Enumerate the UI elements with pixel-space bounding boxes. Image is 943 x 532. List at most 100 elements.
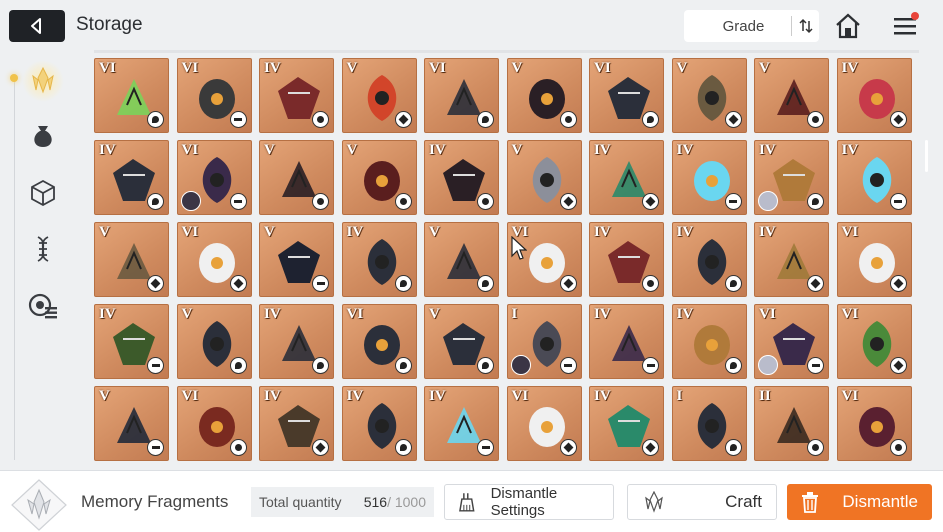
item-card[interactable]: IV bbox=[754, 140, 829, 215]
sidebar-divider bbox=[14, 80, 15, 460]
item-card[interactable]: IV bbox=[754, 222, 829, 297]
item-card[interactable]: IV bbox=[424, 140, 499, 215]
item-card[interactable]: VI bbox=[94, 58, 169, 133]
item-card[interactable]: V bbox=[94, 222, 169, 297]
menu-button[interactable] bbox=[893, 12, 919, 40]
item-card[interactable]: V bbox=[94, 386, 169, 461]
item-card[interactable]: V bbox=[506, 58, 582, 133]
attribute-type-icon bbox=[724, 439, 742, 456]
item-card[interactable]: V bbox=[259, 140, 334, 215]
item-card[interactable]: I bbox=[506, 304, 582, 379]
craft-button[interactable]: Craft bbox=[627, 484, 777, 520]
item-card[interactable]: IV bbox=[341, 222, 417, 297]
item-card[interactable]: IV bbox=[589, 386, 664, 461]
sort-grade-dropdown[interactable]: Grade bbox=[684, 10, 819, 42]
item-card[interactable]: IV bbox=[836, 58, 912, 133]
item-card[interactable]: VI bbox=[176, 58, 252, 133]
attribute-type-icon bbox=[889, 111, 907, 128]
memory-fragment-icon bbox=[8, 478, 70, 532]
attribute-type-icon bbox=[807, 439, 824, 456]
attribute-type-icon bbox=[147, 439, 164, 456]
grade-label: I bbox=[676, 388, 683, 404]
item-card[interactable]: V bbox=[341, 140, 417, 215]
sidebar-item-cube[interactable] bbox=[22, 172, 64, 214]
item-card[interactable]: II bbox=[754, 386, 829, 461]
dismantle-settings-label: Dismantle Settings bbox=[490, 485, 558, 519]
attribute-type-icon bbox=[889, 193, 907, 210]
attribute-type-icon bbox=[312, 275, 329, 292]
item-card[interactable]: VI bbox=[506, 386, 582, 461]
item-card[interactable]: V bbox=[754, 58, 829, 133]
back-button[interactable] bbox=[9, 10, 65, 42]
quantity-label: Total quantity bbox=[259, 494, 342, 510]
attribute-type-icon bbox=[229, 193, 247, 210]
sidebar-item-fragments[interactable] bbox=[10, 60, 64, 102]
item-card[interactable]: VI bbox=[836, 304, 912, 379]
sidebar-item-management[interactable] bbox=[22, 284, 64, 326]
character-portrait-icon bbox=[510, 355, 531, 375]
item-card[interactable]: V bbox=[506, 140, 582, 215]
cube-icon bbox=[31, 179, 55, 207]
item-card[interactable]: IV bbox=[259, 386, 334, 461]
item-card[interactable]: IV bbox=[94, 140, 169, 215]
notification-dot bbox=[911, 12, 919, 20]
item-card[interactable]: VI bbox=[836, 386, 912, 461]
item-card[interactable]: V bbox=[671, 58, 747, 133]
item-card[interactable]: V bbox=[259, 222, 334, 297]
item-card[interactable]: IV bbox=[836, 140, 912, 215]
attribute-type-icon bbox=[394, 111, 412, 128]
item-card[interactable]: IV bbox=[589, 140, 664, 215]
home-icon bbox=[836, 13, 860, 39]
attribute-type-icon bbox=[559, 357, 577, 374]
sidebar-item-helix[interactable] bbox=[22, 228, 64, 270]
item-card[interactable]: VI bbox=[176, 140, 252, 215]
attribute-type-icon bbox=[147, 193, 164, 210]
attribute-type-icon bbox=[807, 111, 824, 128]
item-card[interactable]: IV bbox=[671, 304, 747, 379]
item-card[interactable]: VI bbox=[754, 304, 829, 379]
item-card[interactable]: IV bbox=[341, 386, 417, 461]
sidebar-item-materials[interactable] bbox=[22, 115, 64, 157]
item-card[interactable]: VI bbox=[424, 58, 499, 133]
attribute-type-icon bbox=[394, 193, 412, 210]
item-card[interactable]: V bbox=[424, 304, 499, 379]
dismantle-label: Dismantle bbox=[842, 492, 918, 511]
attribute-type-icon bbox=[394, 439, 412, 456]
item-card[interactable]: VI bbox=[176, 386, 252, 461]
item-card[interactable]: IV bbox=[671, 140, 747, 215]
item-card[interactable]: VI bbox=[836, 222, 912, 297]
attribute-type-icon bbox=[642, 193, 659, 210]
helix-icon bbox=[37, 236, 49, 262]
item-card[interactable]: VI bbox=[176, 222, 252, 297]
attribute-type-icon bbox=[889, 357, 907, 374]
pouch-icon bbox=[34, 126, 52, 147]
item-card[interactable]: IV bbox=[589, 222, 664, 297]
back-arrow-icon bbox=[31, 18, 41, 34]
attribute-type-icon bbox=[889, 439, 907, 456]
attribute-type-icon bbox=[642, 357, 659, 374]
item-card[interactable]: I bbox=[671, 386, 747, 461]
attribute-type-icon bbox=[807, 193, 824, 210]
quantity-value: 516 bbox=[363, 494, 388, 510]
item-card[interactable]: IV bbox=[424, 386, 499, 461]
home-button[interactable] bbox=[834, 12, 862, 40]
item-card[interactable]: IV bbox=[94, 304, 169, 379]
item-card[interactable]: IV bbox=[671, 222, 747, 297]
item-card[interactable]: IV bbox=[259, 304, 334, 379]
attribute-type-icon bbox=[807, 275, 824, 292]
item-card[interactable]: VI bbox=[341, 304, 417, 379]
dismantle-button[interactable]: Dismantle bbox=[787, 484, 932, 520]
item-card[interactable]: V bbox=[341, 58, 417, 133]
crystal-icon bbox=[32, 66, 54, 94]
dismantle-settings-button[interactable]: Dismantle Settings bbox=[444, 484, 614, 520]
attribute-type-icon bbox=[889, 275, 907, 292]
scrollbar-thumb[interactable] bbox=[925, 140, 928, 172]
mouse-cursor-icon bbox=[511, 236, 527, 260]
sort-order-icon[interactable] bbox=[791, 16, 819, 36]
attribute-type-icon bbox=[147, 275, 164, 292]
item-card[interactable]: IV bbox=[589, 304, 664, 379]
item-card[interactable]: V bbox=[424, 222, 499, 297]
item-card[interactable]: VI bbox=[589, 58, 664, 133]
item-card[interactable]: V bbox=[176, 304, 252, 379]
item-card[interactable]: IV bbox=[259, 58, 334, 133]
